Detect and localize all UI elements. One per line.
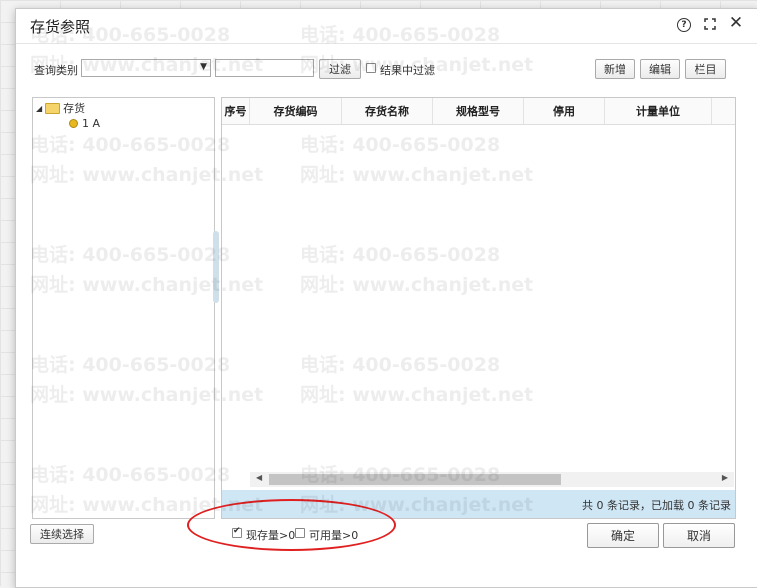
column-header-spec[interactable]: 规格型号 [433,98,524,124]
inventory-reference-dialog: 存货参照 ? ✕ 查询类别 ▼ 过滤 结果中过滤 新增 编辑 栏目 ◢ 存货 1… [15,8,757,588]
dialog-title: 存货参照 [30,18,91,36]
tree-node-child[interactable]: 1 A [69,117,100,130]
new-button[interactable]: 新增 [595,59,635,79]
edit-button[interactable]: 编辑 [640,59,680,79]
tree-node-root[interactable]: ◢ 存货 [36,100,85,116]
filter-input[interactable] [215,59,314,77]
column-header-name[interactable]: 存货名称 [342,98,433,124]
ok-button[interactable]: 确定 [587,523,659,548]
query-category-label: 查询类别 [34,64,78,77]
scroll-right-icon[interactable]: ▶ [722,473,728,482]
column-header-seq[interactable]: 序号 [222,98,250,124]
column-header-unit[interactable]: 计量单位 [605,98,712,124]
category-tree: ◢ 存货 1 A [32,97,215,519]
splitter-handle[interactable] [213,231,219,303]
filter-in-result-checkbox[interactable] [366,63,376,73]
maximize-icon[interactable] [704,18,716,30]
chevron-down-icon: ▼ [200,62,207,72]
close-icon[interactable]: ✕ [728,13,744,33]
column-header-disabled[interactable]: 停用 [524,98,605,124]
columns-button[interactable]: 栏目 [685,59,726,79]
filter-in-result-label: 结果中过滤 [380,64,435,77]
red-highlight-ellipse [187,499,396,551]
horizontal-scrollbar[interactable]: ◀ ▶ [250,472,734,487]
continuous-select-button[interactable]: 连续选择 [30,524,94,544]
dialog-titlebar: 存货参照 ? ✕ [16,9,757,44]
folder-icon [45,102,61,114]
tree-node-label: 1 A [82,117,101,130]
record-count-text: 共 0 条记录，已加载 0 条记录 [582,499,731,512]
filter-button[interactable]: 过滤 [319,59,361,79]
column-header-code[interactable]: 存货编码 [250,98,342,124]
tree-node-label: 存货 [63,102,86,115]
help-icon[interactable]: ? [677,18,691,32]
inventory-grid: 序号 存货编码 存货名称 规格型号 停用 计量单位 ◀ ▶ 共 0 条记录，已加… [221,97,736,519]
scrollbar-thumb[interactable] [269,474,561,485]
query-category-select[interactable]: ▼ [81,59,211,77]
expand-triangle-icon[interactable]: ◢ [36,104,42,113]
grid-header: 序号 存货编码 存货名称 规格型号 停用 计量单位 [222,98,735,125]
leaf-node-icon [69,119,78,128]
cancel-button[interactable]: 取消 [663,523,735,548]
scroll-left-icon[interactable]: ◀ [256,473,262,482]
